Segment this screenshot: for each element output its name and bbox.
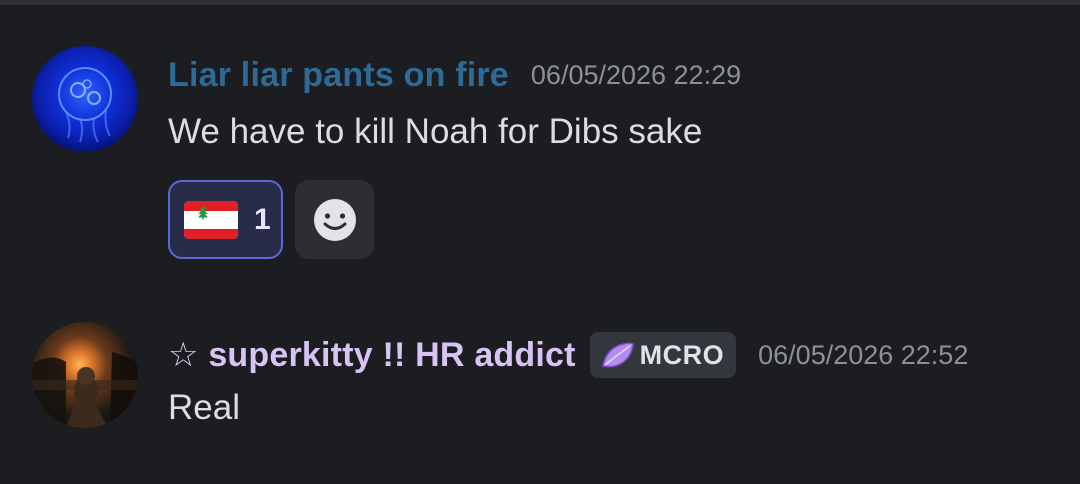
timestamp: 06/05/2026 22:52 [758, 339, 969, 370]
sunset-photo-icon [32, 352, 138, 428]
lebanon-flag-icon [184, 200, 238, 239]
message-header: ☆ superkitty !! HR addict MCRO 06/05/202… [168, 332, 968, 378]
message-header: Liar liar pants on fire 06/05/2026 22:29 [168, 56, 741, 95]
smiley-face-icon [313, 198, 356, 241]
reaction-lebanon-flag[interactable]: 1 [168, 180, 283, 259]
server-tag-badge[interactable]: MCRO [589, 332, 737, 378]
top-divider [0, 0, 1080, 5]
message-text: We have to kill Noah for Dibs sake [168, 112, 703, 151]
tag-label: MCRO [639, 339, 725, 370]
username[interactable]: Liar liar pants on fire [168, 56, 509, 95]
jellyfish-icon [58, 67, 112, 143]
message-text: Real [168, 388, 240, 427]
timestamp: 06/05/2026 22:29 [530, 60, 742, 90]
purple-leaf-icon [601, 342, 634, 368]
add-reaction-button[interactable] [295, 180, 374, 259]
reaction-bar: 1 [168, 180, 374, 259]
username[interactable]: ☆ superkitty !! HR addict [168, 335, 576, 375]
user-avatar[interactable] [32, 46, 138, 152]
user-avatar[interactable] [32, 322, 138, 428]
reaction-count: 1 [254, 202, 271, 236]
